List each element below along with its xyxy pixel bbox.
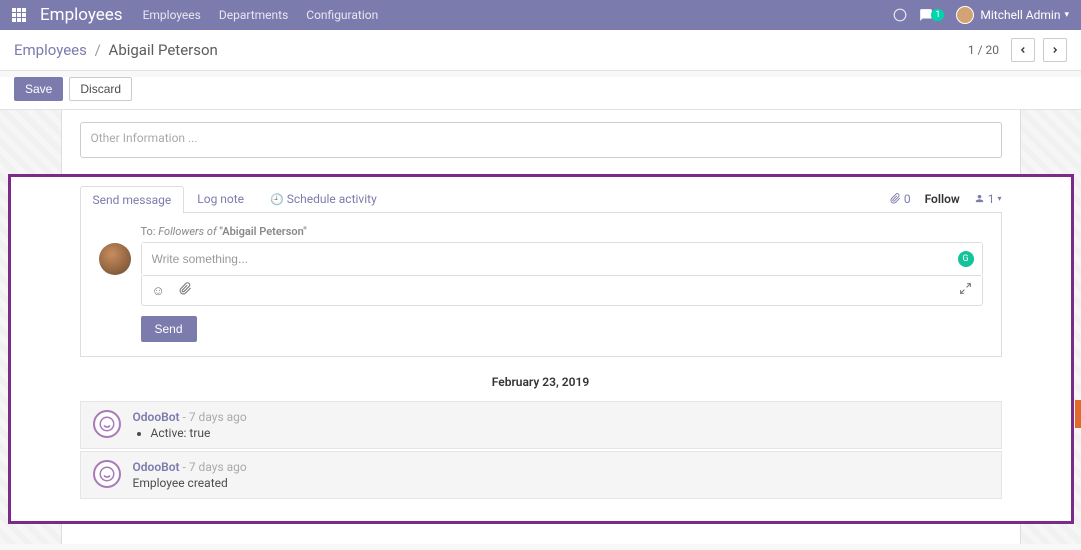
attach-icon[interactable]	[179, 282, 192, 299]
message-content: Employee created	[133, 476, 989, 490]
grammarly-icon: G	[958, 251, 974, 267]
message-author[interactable]: OdooBot	[133, 460, 180, 474]
help-icon[interactable]	[893, 8, 907, 22]
breadcrumb-root[interactable]: Employees	[14, 41, 87, 59]
send-button[interactable]: Send	[141, 316, 197, 342]
message: OdooBot - 7 days ago Active: true	[80, 401, 1002, 449]
message-avatar	[93, 410, 121, 438]
clock-icon: 🕘	[270, 193, 284, 206]
message: OdooBot - 7 days ago Employee created	[80, 451, 1002, 499]
messages-icon[interactable]: 1	[919, 8, 944, 22]
follower-count[interactable]: 1 ▾	[974, 192, 1002, 206]
pager-text: 1 / 20	[968, 43, 999, 57]
emoji-icon[interactable]: ☺	[152, 283, 165, 299]
message-time: - 7 days ago	[183, 410, 247, 424]
tab-schedule-activity[interactable]: 🕘 Schedule activity	[257, 185, 390, 212]
control-buttons: Save Discard	[0, 77, 1081, 110]
breadcrumb: Employees / Abigail Peterson	[14, 41, 218, 59]
attachment-count[interactable]: 0	[890, 192, 911, 206]
chatter-highlight: Send message Log note 🕘 Schedule activit…	[8, 174, 1074, 524]
follow-button[interactable]: Follow	[925, 192, 960, 206]
composer-toolbar: ☺	[141, 276, 983, 306]
caret-down-icon: ▾	[1064, 10, 1069, 20]
composer-input[interactable]	[142, 243, 982, 275]
app-brand: Employees	[40, 5, 123, 25]
user-menu[interactable]: Mitchell Admin ▾	[956, 6, 1069, 24]
content: Other Information ... Send message Log n…	[0, 110, 1081, 544]
message-content: Active: true	[151, 426, 989, 440]
message-avatar	[93, 460, 121, 488]
tab-log-note[interactable]: Log note	[184, 185, 257, 212]
form-sheet: Other Information ...	[61, 110, 1021, 174]
messages-badge: 1	[931, 9, 944, 21]
nav-configuration[interactable]: Configuration	[306, 8, 378, 22]
save-button[interactable]: Save	[14, 77, 63, 101]
nav-employees[interactable]: Employees	[143, 8, 201, 22]
composer-to: To: Followers of "Abigail Peterson"	[141, 225, 983, 238]
user-avatar	[956, 6, 974, 24]
message-author[interactable]: OdooBot	[133, 410, 180, 424]
discard-button[interactable]: Discard	[69, 77, 132, 101]
navbar: Employees Employees Departments Configur…	[0, 0, 1081, 30]
nav-departments[interactable]: Departments	[219, 8, 288, 22]
breadcrumb-current: Abigail Peterson	[109, 41, 218, 59]
caret-down-icon: ▾	[997, 194, 1001, 203]
pager-prev-button[interactable]	[1011, 38, 1035, 62]
chatter-tabs: Send message Log note 🕘 Schedule activit…	[80, 185, 1002, 213]
breadcrumb-separator: /	[95, 41, 101, 59]
pager-next-button[interactable]	[1043, 38, 1067, 62]
composer-avatar	[99, 243, 131, 275]
control-panel: Employees / Abigail Peterson 1 / 20	[0, 30, 1081, 71]
scrollbar-thumb[interactable]	[1075, 400, 1081, 428]
expand-icon[interactable]	[959, 282, 972, 299]
message-date-separator: February 23, 2019	[80, 375, 1002, 389]
apps-icon[interactable]	[12, 8, 26, 22]
message-time: - 7 days ago	[183, 460, 247, 474]
tab-send-message[interactable]: Send message	[80, 186, 185, 213]
other-info-input[interactable]: Other Information ...	[80, 122, 1002, 158]
composer: To: Followers of "Abigail Peterson" G ☺	[80, 213, 1002, 357]
user-name: Mitchell Admin	[980, 8, 1060, 22]
